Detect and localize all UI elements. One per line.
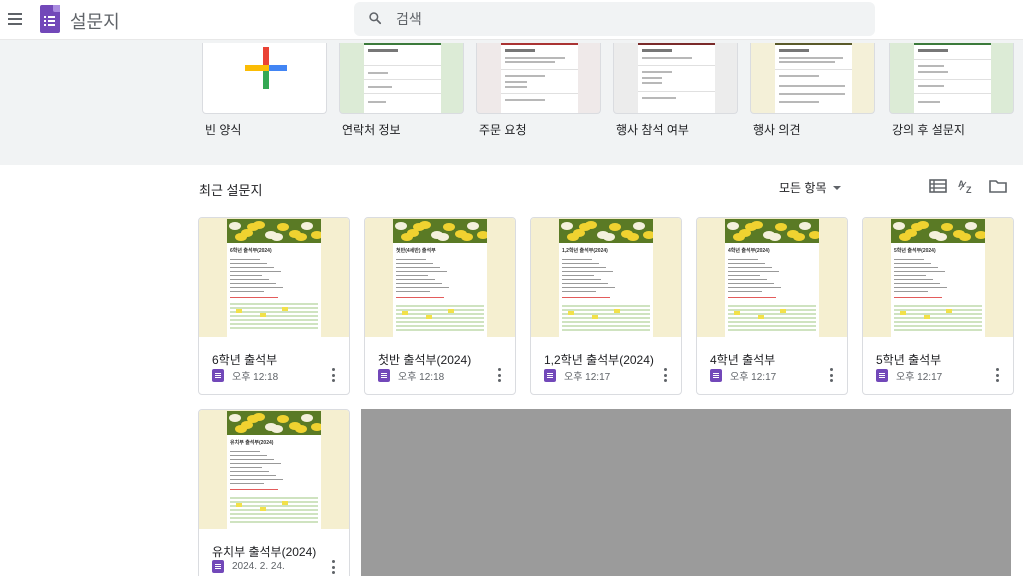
form-meta: 오후 12:17 — [710, 368, 776, 383]
form-preview: 첫반(4세반) 출석부 — [393, 243, 487, 337]
template-thumbnail[interactable] — [889, 43, 1014, 114]
template-order-request[interactable]: 주문 요청 — [476, 43, 601, 137]
template-course-evaluation[interactable]: 강의 후 설문지 — [889, 43, 1014, 137]
form-preview: 6학년 출석부(2024) — [227, 243, 321, 337]
preview-title: 1,2학년 출석부(2024) — [562, 248, 608, 254]
search-input[interactable] — [396, 8, 856, 30]
template-label: 행사 의견 — [753, 123, 801, 137]
form-preview: 유치부 출석부(2024) — [227, 435, 321, 529]
recent-forms-heading: 최근 설문지 — [199, 183, 263, 198]
template-thumbnail[interactable] — [613, 43, 738, 114]
forms-file-icon — [212, 560, 224, 573]
more-options-icon[interactable] — [497, 368, 501, 382]
form-thumbnail[interactable]: 유치부 출석부(2024) — [199, 410, 349, 529]
last-opened-time: 오후 12:17 — [564, 372, 611, 383]
more-options-icon[interactable] — [331, 368, 335, 382]
last-opened-time: 오후 12:18 — [232, 372, 279, 383]
lemon-banner-image — [227, 219, 321, 243]
form-meta: 오후 12:17 — [544, 368, 610, 383]
preview-title: 첫반(4세반) 출석부 — [396, 248, 436, 254]
svg-text:Z: Z — [966, 185, 972, 194]
template-label: 빈 양식 — [205, 123, 242, 137]
form-preview: 5학년 출석부(2024) — [891, 243, 985, 337]
grey-overlay-panel — [361, 409, 1011, 576]
more-options-icon[interactable] — [331, 560, 335, 574]
lemon-banner-image — [725, 219, 819, 243]
chevron-down-icon — [832, 185, 841, 190]
form-title[interactable]: 첫반 출석부(2024) — [378, 351, 471, 368]
form-card[interactable]: 유치부 출석부(2024) 유치부 출석부(2024) 2024. 2. 24. — [198, 409, 350, 576]
form-title[interactable]: 1,2학년 출석부(2024) — [544, 351, 654, 368]
last-opened-time: 2024. 2. 24. — [232, 561, 285, 572]
form-title[interactable]: 5학년 출석부 — [876, 351, 941, 368]
forms-file-icon — [710, 369, 722, 382]
folder-icon[interactable] — [989, 178, 1007, 194]
list-view-icon[interactable] — [929, 178, 947, 194]
last-opened-time: 오후 12:17 — [896, 372, 943, 383]
template-label: 주문 요청 — [479, 123, 527, 137]
template-thumbnail[interactable] — [750, 43, 875, 114]
form-preview: 4학년 출석부(2024) — [725, 243, 819, 337]
form-card[interactable]: 첫반(4세반) 출석부 첫반 출석부(2024) 오후 12:18 — [364, 217, 516, 395]
preview-title: 5학년 출석부(2024) — [894, 248, 936, 254]
template-thumbnail[interactable] — [202, 43, 327, 114]
form-meta: 오후 12:18 — [378, 368, 444, 383]
template-thumbnail[interactable] — [339, 43, 464, 114]
preview-title: 4학년 출석부(2024) — [728, 248, 770, 254]
form-thumbnail[interactable]: 첫반(4세반) 출석부 — [365, 218, 515, 337]
form-title[interactable]: 4학년 출석부 — [710, 351, 775, 368]
lemon-banner-image — [393, 219, 487, 243]
app-header: 설문지 — [0, 0, 1023, 40]
form-meta: 오후 12:18 — [212, 368, 278, 383]
form-title[interactable]: 6학년 출석부 — [212, 351, 277, 368]
sort-az-icon[interactable]: A Z — [958, 178, 976, 194]
forms-file-icon — [544, 369, 556, 382]
form-thumbnail[interactable]: 1,2학년 출석부(2024) — [531, 218, 681, 337]
template-gallery: 빈 양식 연락처 정보 주문 요청 행사 참석 여부 행사 의견 강의 후 설문… — [0, 40, 1023, 165]
app-title[interactable]: 설문지 — [70, 8, 120, 34]
template-label: 행사 참석 여부 — [616, 123, 689, 137]
last-opened-time: 오후 12:18 — [398, 372, 445, 383]
search-bar[interactable] — [354, 2, 875, 36]
forms-file-icon — [876, 369, 888, 382]
last-opened-time: 오후 12:17 — [730, 372, 777, 383]
form-title[interactable]: 유치부 출석부(2024) — [212, 543, 316, 560]
form-preview: 1,2학년 출석부(2024) — [559, 243, 653, 337]
form-thumbnail[interactable]: 4학년 출석부(2024) — [697, 218, 847, 337]
search-icon[interactable] — [368, 11, 382, 25]
form-meta: 2024. 2. 24. — [212, 560, 285, 573]
form-thumbnail[interactable]: 6학년 출석부(2024) — [199, 218, 349, 337]
more-options-icon[interactable] — [663, 368, 667, 382]
more-options-icon[interactable] — [829, 368, 833, 382]
forms-file-icon — [212, 369, 224, 382]
google-forms-logo-icon[interactable] — [40, 5, 60, 33]
lemon-banner-image — [227, 411, 321, 435]
form-meta: 오후 12:17 — [876, 368, 942, 383]
template-event-feedback[interactable]: 행사 의견 — [750, 43, 875, 137]
forms-file-icon — [378, 369, 390, 382]
template-label: 강의 후 설문지 — [892, 123, 965, 137]
form-card[interactable]: 1,2학년 출석부(2024) 1,2학년 출석부(2024) 오후 12:17 — [530, 217, 682, 395]
main-menu-icon[interactable] — [6, 10, 24, 28]
owner-filter-label: 모든 항목 — [779, 181, 827, 195]
form-card[interactable]: 5학년 출석부(2024) 5학년 출석부 오후 12:17 — [862, 217, 1014, 395]
preview-title: 6학년 출석부(2024) — [230, 248, 272, 254]
template-label: 연락처 정보 — [342, 123, 401, 137]
form-thumbnail[interactable]: 5학년 출석부(2024) — [863, 218, 1013, 337]
lemon-banner-image — [559, 219, 653, 243]
form-card[interactable]: 6학년 출석부(2024) 6학년 출석부 오후 12:18 — [198, 217, 350, 395]
template-event-rsvp[interactable]: 행사 참석 여부 — [613, 43, 738, 137]
template-thumbnail[interactable] — [476, 43, 601, 114]
template-blank[interactable]: 빈 양식 — [202, 43, 327, 137]
more-options-icon[interactable] — [995, 368, 999, 382]
template-contact-info[interactable]: 연락처 정보 — [339, 43, 464, 137]
form-card[interactable]: 4학년 출석부(2024) 4학년 출석부 오후 12:17 — [696, 217, 848, 395]
plus-icon — [245, 47, 287, 89]
lemon-banner-image — [891, 219, 985, 243]
owner-filter-dropdown[interactable]: 모든 항목 — [779, 179, 841, 196]
preview-title: 유치부 출석부(2024) — [230, 440, 274, 446]
